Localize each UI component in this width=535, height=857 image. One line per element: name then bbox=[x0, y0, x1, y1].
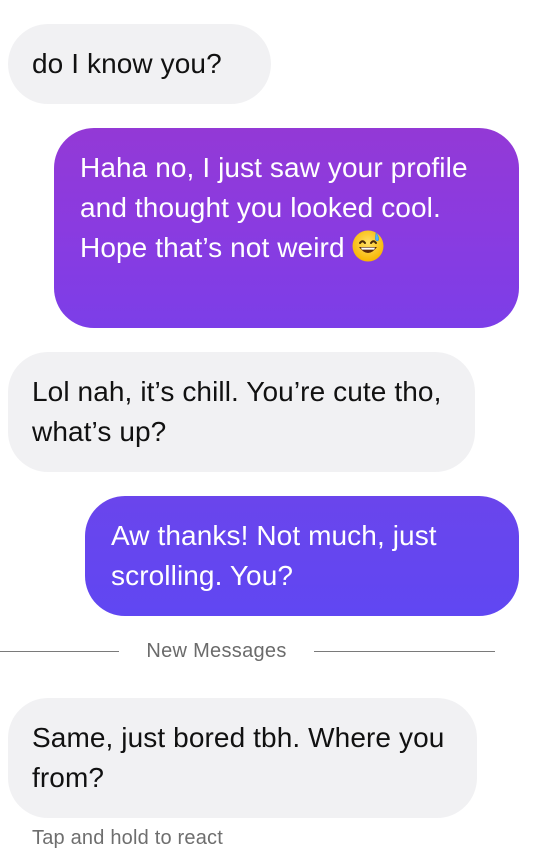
new-messages-divider: New Messages bbox=[0, 636, 495, 666]
message-bubble-outgoing[interactable]: Haha no, I just saw your profile and tho… bbox=[54, 128, 519, 328]
message-bubble-incoming[interactable]: Lol nah, it’s chill. You’re cute tho, wh… bbox=[8, 352, 475, 472]
divider-line bbox=[0, 651, 119, 652]
message-bubble-incoming[interactable]: do I know you? bbox=[8, 24, 271, 104]
message-text: Lol nah, it’s chill. You’re cute tho, wh… bbox=[32, 376, 442, 447]
message-text: Aw thanks! Not much, just scrolling. You… bbox=[111, 520, 437, 591]
new-messages-label: New Messages bbox=[146, 640, 287, 662]
message-text: Haha no, I just saw your profile and tho… bbox=[80, 152, 468, 263]
grinning-sweat-emoji-icon bbox=[351, 229, 385, 263]
react-hint: Tap and hold to react bbox=[32, 827, 223, 849]
message-text: do I know you? bbox=[32, 48, 222, 79]
message-text: Same, just bored tbh. Where you from? bbox=[32, 722, 445, 793]
message-bubble-incoming[interactable]: Same, just bored tbh. Where you from? bbox=[8, 698, 477, 818]
divider-line bbox=[314, 651, 495, 652]
message-bubble-outgoing[interactable]: Aw thanks! Not much, just scrolling. You… bbox=[85, 496, 519, 616]
